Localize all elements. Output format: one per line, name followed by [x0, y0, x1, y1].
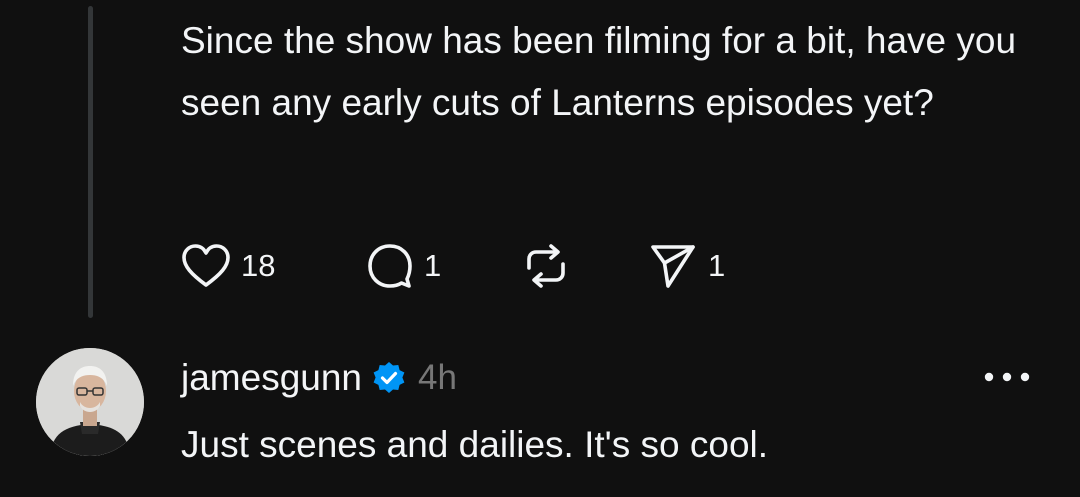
- thread-line: [88, 6, 93, 318]
- username[interactable]: jamesgunn: [181, 357, 362, 399]
- reply-button[interactable]: 1: [366, 240, 441, 292]
- repost-button[interactable]: [521, 240, 581, 292]
- heart-icon: [182, 244, 230, 287]
- post-actions: 18 1 1: [181, 240, 781, 292]
- like-button[interactable]: 18: [181, 240, 275, 292]
- parent-post-text: Since the show has been filming for a bi…: [181, 20, 1017, 123]
- reply-count: 1: [424, 248, 442, 283]
- reply-text: Just scenes and dailies. It's so cool.: [181, 424, 769, 465]
- comment-icon: [368, 244, 412, 288]
- verified-badge-icon: [373, 362, 405, 393]
- send-icon: [651, 245, 695, 288]
- avatar[interactable]: [36, 348, 144, 456]
- repost-icon: [527, 244, 565, 288]
- more-options-button[interactable]: [982, 362, 1032, 392]
- share-button[interactable]: 1: [648, 240, 725, 292]
- avatar-photo: [36, 348, 144, 456]
- more-horizontal-icon: [984, 372, 1030, 382]
- reply-header: jamesgunn 4h: [181, 352, 457, 404]
- reply-timestamp: 4h: [418, 358, 457, 397]
- like-count: 18: [241, 248, 276, 283]
- share-count: 1: [708, 248, 726, 283]
